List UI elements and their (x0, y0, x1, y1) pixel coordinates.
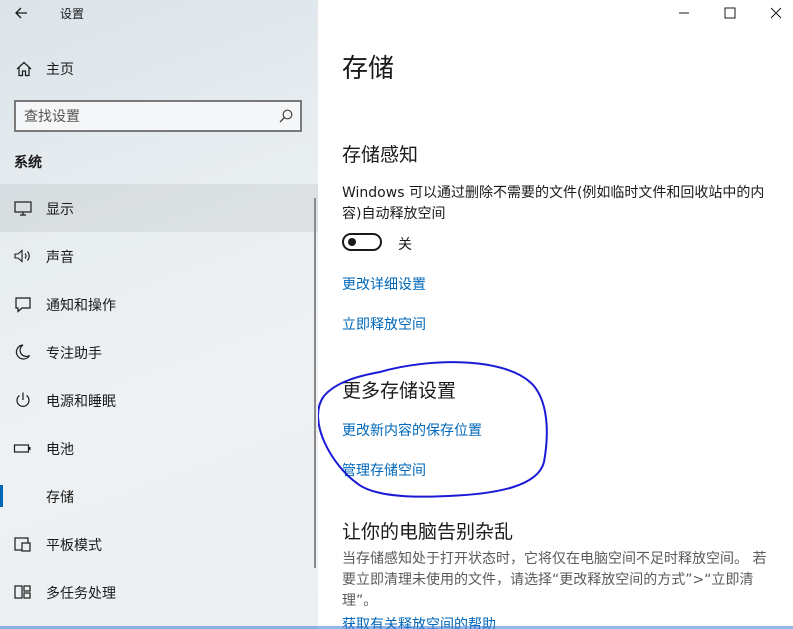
free-up-space-now-link[interactable]: 立即释放空间 (342, 314, 426, 334)
selection-indicator (0, 485, 3, 507)
sidebar-item-label: 声音 (46, 250, 74, 266)
sidebar-item-focus-assist[interactable]: 专注助手 (0, 328, 318, 376)
declutter-description: 当存储感知处于打开状态时，它将仅在电脑空间不足时释放空间。 若要立即清理未使用的… (342, 551, 767, 609)
sidebar-item-sound[interactable]: 声音 (0, 232, 318, 280)
storage-sense-toggle[interactable] (342, 233, 382, 251)
close-icon (770, 7, 782, 19)
maximize-icon (724, 7, 736, 19)
sidebar-nav-list: 显示 声音 通知和操作 专注助手 电源和睡眠 电池 存储 平板模式 多任务处理 (0, 184, 318, 616)
minimize-button[interactable] (661, 0, 707, 26)
settings-window: 设置 主页 系统 显示 (0, 0, 793, 629)
sidebar-item-label: 主页 (46, 62, 74, 78)
sidebar-item-battery[interactable]: 电池 (0, 424, 318, 472)
search-box[interactable] (14, 100, 302, 132)
monitor-icon (14, 201, 32, 216)
toggle-state-label: 关 (398, 237, 412, 253)
search-icon[interactable] (278, 108, 294, 124)
sidebar-item-storage[interactable]: 存储 (0, 472, 318, 520)
battery-icon (13, 444, 31, 453)
sidebar-item-label: 电池 (46, 442, 74, 458)
titlebar-left: 设置 (0, 0, 318, 26)
sidebar-item-label: 多任务处理 (46, 586, 116, 602)
sidebar-item-label: 平板模式 (46, 538, 102, 554)
sidebar-item-home[interactable]: 主页 (0, 48, 318, 88)
sidebar-item-label: 显示 (46, 202, 74, 218)
storage-sense-heading: 存储感知 (342, 144, 419, 166)
declutter-heading: 让你的电脑告别杂乱 (342, 521, 514, 543)
section-title: 系统 (14, 155, 42, 171)
sidebar-item-label: 通知和操作 (46, 298, 116, 314)
search-input[interactable] (24, 106, 264, 128)
manage-storage-spaces-link[interactable]: 管理存储空间 (342, 460, 426, 480)
power-icon (16, 392, 30, 407)
sidebar-item-label: 专注助手 (46, 346, 102, 362)
change-save-location-link[interactable]: 更改新内容的保存位置 (342, 420, 482, 440)
back-button[interactable] (8, 2, 34, 24)
sidebar-item-multitasking[interactable]: 多任务处理 (0, 568, 318, 616)
storage-sense-description: Windows 可以通过删除不需要的文件(例如临时文件和回收站中的内容)自动释放… (342, 185, 765, 222)
maximize-button[interactable] (707, 0, 753, 26)
app-title: 设置 (60, 7, 85, 21)
tablet-icon (14, 537, 31, 552)
close-button[interactable] (753, 0, 793, 26)
sidebar-item-power-sleep[interactable]: 电源和睡眠 (0, 376, 318, 424)
arrow-left-icon (15, 7, 27, 19)
sidebar-scrollbar[interactable] (314, 198, 316, 568)
sidebar-item-notifications[interactable]: 通知和操作 (0, 280, 318, 328)
toggle-knob (348, 238, 356, 246)
notification-icon (15, 297, 31, 313)
minimize-icon (679, 12, 689, 14)
main-content: 存储 存储感知 Windows 可以通过删除不需要的文件(例如临时文件和回收站中… (318, 0, 793, 629)
storage-icon (13, 487, 33, 505)
sidebar-item-tablet-mode[interactable]: 平板模式 (0, 520, 318, 568)
sidebar-item-display[interactable]: 显示 (0, 184, 318, 232)
sidebar-item-label: 电源和睡眠 (46, 394, 116, 410)
sidebar: 设置 主页 系统 显示 (0, 0, 318, 629)
multitask-icon (14, 585, 31, 599)
home-icon (16, 61, 32, 77)
sidebar-item-label: 存储 (46, 490, 74, 506)
page-title: 存储 (342, 54, 395, 84)
speaker-icon (14, 249, 30, 263)
more-storage-settings-heading: 更多存储设置 (342, 380, 457, 402)
moon-icon (15, 344, 31, 360)
change-detail-settings-link[interactable]: 更改详细设置 (342, 274, 426, 294)
